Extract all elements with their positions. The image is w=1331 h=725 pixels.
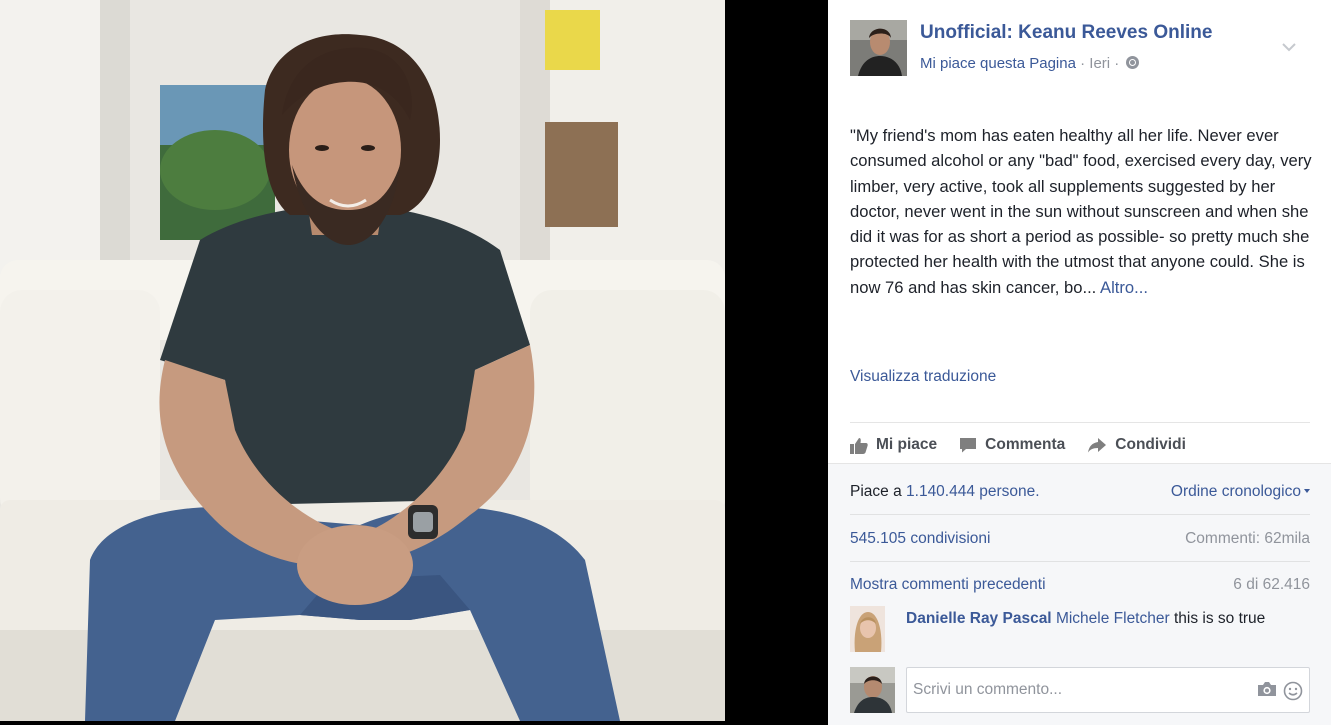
comment-button-label: Commenta (985, 436, 1066, 453)
see-translation-link[interactable]: Visualizza traduzione (850, 368, 996, 386)
comment-author-link[interactable]: Danielle Ray Pascal (906, 610, 1052, 627)
current-user-avatar-image (850, 667, 895, 713)
comment-avatar-image (850, 606, 885, 652)
shares-link[interactable]: 545.105 condivisioni (850, 530, 990, 547)
comment-input[interactable] (913, 668, 1233, 712)
photo-stage (0, 0, 828, 725)
feedback-section: Piace a 1.140.444 persone. Ordine cronol… (828, 463, 1331, 725)
like-button-label: Mi piace (876, 436, 938, 453)
meta-separator: · (1080, 55, 1086, 72)
comment-button[interactable]: Commenta (959, 436, 1065, 454)
chevron-down-icon[interactable] (1282, 42, 1296, 52)
likes-row: Piace a 1.140.444 persone. Ordine cronol… (850, 483, 1310, 501)
post-time[interactable]: Ieri (1089, 55, 1110, 72)
like-button[interactable]: Mi piace (850, 436, 937, 454)
comment-tagged-user-link[interactable]: Michele Fletcher (1056, 610, 1170, 627)
sort-order-label: Ordine cronologico (1170, 483, 1301, 500)
camera-icon[interactable] (1257, 681, 1277, 697)
comment-item: Danielle Ray Pascal Michele Fletcher thi… (850, 604, 1310, 654)
view-previous-comments-link[interactable]: Mostra commenti precedenti (850, 576, 1046, 593)
comment-input-box[interactable] (906, 667, 1310, 713)
post-message-text: "My friend's mom has eaten healthy all h… (850, 126, 1312, 297)
post-message: "My friend's mom has eaten healthy all h… (850, 123, 1316, 300)
comments-count: Commenti: 62mila (1185, 530, 1310, 547)
post-panel: Unofficial: Keanu Reeves Online Mi piace… (828, 0, 1331, 725)
caret-down-icon (1304, 489, 1310, 493)
globe-icon[interactable] (1126, 56, 1140, 69)
page-name-link[interactable]: Unofficial: Keanu Reeves Online (920, 22, 1212, 44)
speech-bubble-icon (960, 438, 977, 453)
share-button[interactable]: Condividi (1087, 436, 1186, 454)
like-page-link[interactable]: Mi piace questa Pagina (920, 55, 1076, 72)
thumbs-up-icon (850, 437, 868, 454)
actions-divider (850, 422, 1310, 423)
comment-text: this is so true (1173, 610, 1266, 627)
post-meta: Mi piace questa Pagina · Ieri · (920, 55, 1140, 72)
smiley-icon[interactable] (1283, 681, 1303, 701)
current-user-avatar[interactable] (850, 667, 895, 713)
comment-composer (850, 667, 1310, 713)
post-actions-bar: Mi piace Commenta Condividi (850, 430, 1208, 460)
comments-position: 6 di 62.416 (1233, 576, 1310, 593)
page-avatar-image (850, 20, 907, 76)
comment-body: Danielle Ray Pascal Michele Fletcher thi… (906, 608, 1306, 630)
meta-separator-2: · (1114, 55, 1120, 72)
share-button-label: Condividi (1115, 436, 1186, 453)
previous-comments-row: Mostra commenti precedenti 6 di 62.416 (850, 576, 1310, 594)
shares-row: 545.105 condivisioni Commenti: 62mila (850, 530, 1310, 548)
photo-illustration (0, 0, 725, 721)
row-separator-2 (850, 561, 1310, 562)
likes-count-link[interactable]: 1.140.444 persone. (906, 483, 1040, 500)
post-header: Unofficial: Keanu Reeves Online Mi piace… (850, 18, 1320, 78)
page-avatar[interactable] (850, 20, 907, 76)
see-more-link[interactable]: Altro... (1100, 278, 1148, 297)
comment-author-avatar[interactable] (850, 606, 885, 652)
post-photo[interactable] (0, 0, 725, 721)
share-arrow-icon (1088, 438, 1107, 453)
likes-prefix: Piace a (850, 483, 902, 500)
row-separator (850, 514, 1310, 515)
sort-order-dropdown[interactable]: Ordine cronologico (1171, 483, 1310, 501)
